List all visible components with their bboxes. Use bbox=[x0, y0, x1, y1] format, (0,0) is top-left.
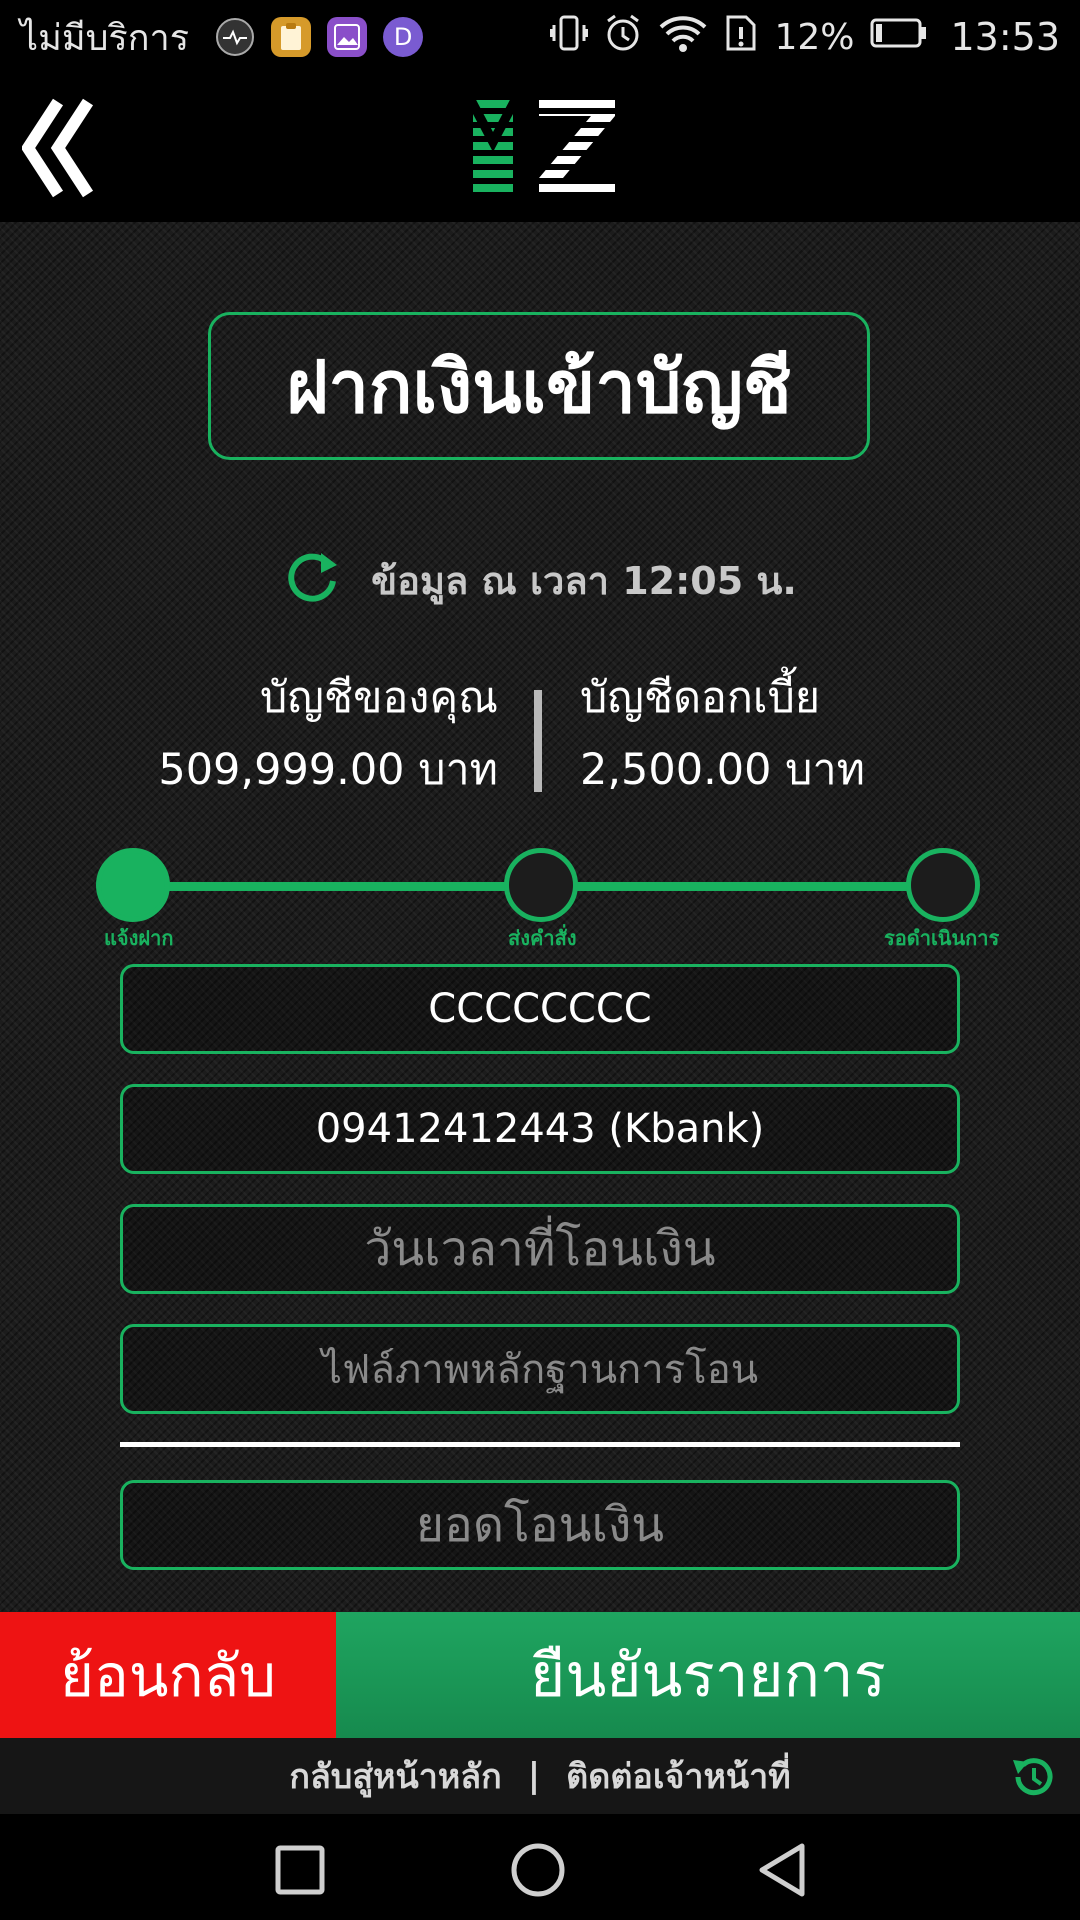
step-2-label: ส่งคำสั่ง bbox=[508, 926, 577, 950]
refresh-row[interactable]: ข้อมูล ณ เวลา 12:05 น. bbox=[0, 540, 1080, 620]
transfer-datetime-field[interactable]: วันเวลาที่โอนเงิน bbox=[120, 1204, 960, 1294]
d-app-icon: D bbox=[383, 17, 424, 57]
transfer-amount-field[interactable]: ยอดโอนเงิน bbox=[120, 1480, 960, 1570]
step-3-dot bbox=[906, 848, 980, 922]
back-triangle-icon[interactable] bbox=[754, 1842, 810, 1898]
page-title: ฝากเงินเข้าบัญชี bbox=[208, 312, 870, 460]
step-2-dot bbox=[504, 848, 578, 922]
sim-alert-icon bbox=[724, 13, 758, 62]
interest-account-balance: 2,500.00 บาท bbox=[580, 745, 865, 795]
confirm-button[interactable]: ยืนยันรายการ bbox=[336, 1612, 1080, 1738]
back-button[interactable]: ย้อนกลับ bbox=[0, 1612, 336, 1738]
main-content: ฝากเงินเข้าบัญชี ข้อมูล ณ เวลา 12:05 น. … bbox=[0, 222, 1080, 1612]
data-timestamp: ข้อมูล ณ เวลา 12:05 น. bbox=[371, 558, 797, 603]
contact-link[interactable]: ติดต่อเจ้าหน้าที่ bbox=[566, 1749, 790, 1803]
name-field[interactable]: CCCCCCCC bbox=[120, 964, 960, 1054]
wifi-icon bbox=[658, 13, 708, 62]
health-icon bbox=[215, 17, 255, 57]
home-circle-icon[interactable] bbox=[510, 1842, 566, 1898]
progress-stepper: แจ้งฝาก ส่งคำสั่ง รอดำเนินการ bbox=[0, 822, 1080, 950]
bank-account-field[interactable]: 09412412443 (Kbank) bbox=[120, 1084, 960, 1174]
step-3-label: รอดำเนินการ bbox=[884, 926, 1000, 950]
balance-divider bbox=[534, 690, 542, 792]
status-bar: ไม่มีบริการ D 12% 13:53 bbox=[0, 0, 1080, 74]
gallery-icon bbox=[327, 17, 368, 57]
your-account: บัญชีของคุณ 509,999.00 บาท bbox=[158, 662, 498, 806]
account-balances: บัญชีของคุณ 509,999.00 บาท บัญชีดอกเบี้ย… bbox=[0, 662, 1080, 812]
interest-account: บัญชีดอกเบี้ย 2,500.00 บาท bbox=[580, 662, 865, 806]
vibrate-icon bbox=[549, 13, 589, 62]
footer-links: กลับสู่หน้าหลัก | ติดต่อเจ้าหน้าที่ bbox=[0, 1738, 1080, 1814]
recent-apps-icon[interactable] bbox=[272, 1842, 328, 1898]
system-nav-bar bbox=[0, 1814, 1080, 1920]
app-header bbox=[0, 74, 1080, 222]
form-divider bbox=[120, 1442, 960, 1447]
your-account-balance: 509,999.00 บาท bbox=[158, 745, 498, 795]
carrier-text: ไม่มีบริการ bbox=[20, 17, 190, 59]
battery-icon bbox=[870, 17, 928, 58]
clipboard-icon bbox=[271, 17, 312, 57]
footer-separator: | bbox=[527, 1756, 541, 1796]
double-chevron-left-icon[interactable] bbox=[20, 96, 112, 200]
mz-logo bbox=[455, 94, 615, 204]
battery-percent: 12% bbox=[774, 16, 855, 58]
alarm-icon bbox=[604, 13, 642, 62]
your-account-label: บัญชีของคุณ bbox=[260, 673, 498, 723]
interest-account-label: บัญชีดอกเบี้ย bbox=[580, 673, 821, 723]
step-1-label: แจ้งฝาก bbox=[104, 926, 174, 950]
clock-time: 13:53 bbox=[950, 15, 1060, 59]
refresh-icon[interactable] bbox=[283, 547, 341, 614]
history-icon[interactable] bbox=[1008, 1752, 1058, 1802]
transfer-slip-file-field[interactable]: ไฟล์ภาพหลักฐานการโอน bbox=[120, 1324, 960, 1414]
step-1-dot bbox=[96, 848, 170, 922]
home-link[interactable]: กลับสู่หน้าหลัก bbox=[289, 1749, 501, 1803]
